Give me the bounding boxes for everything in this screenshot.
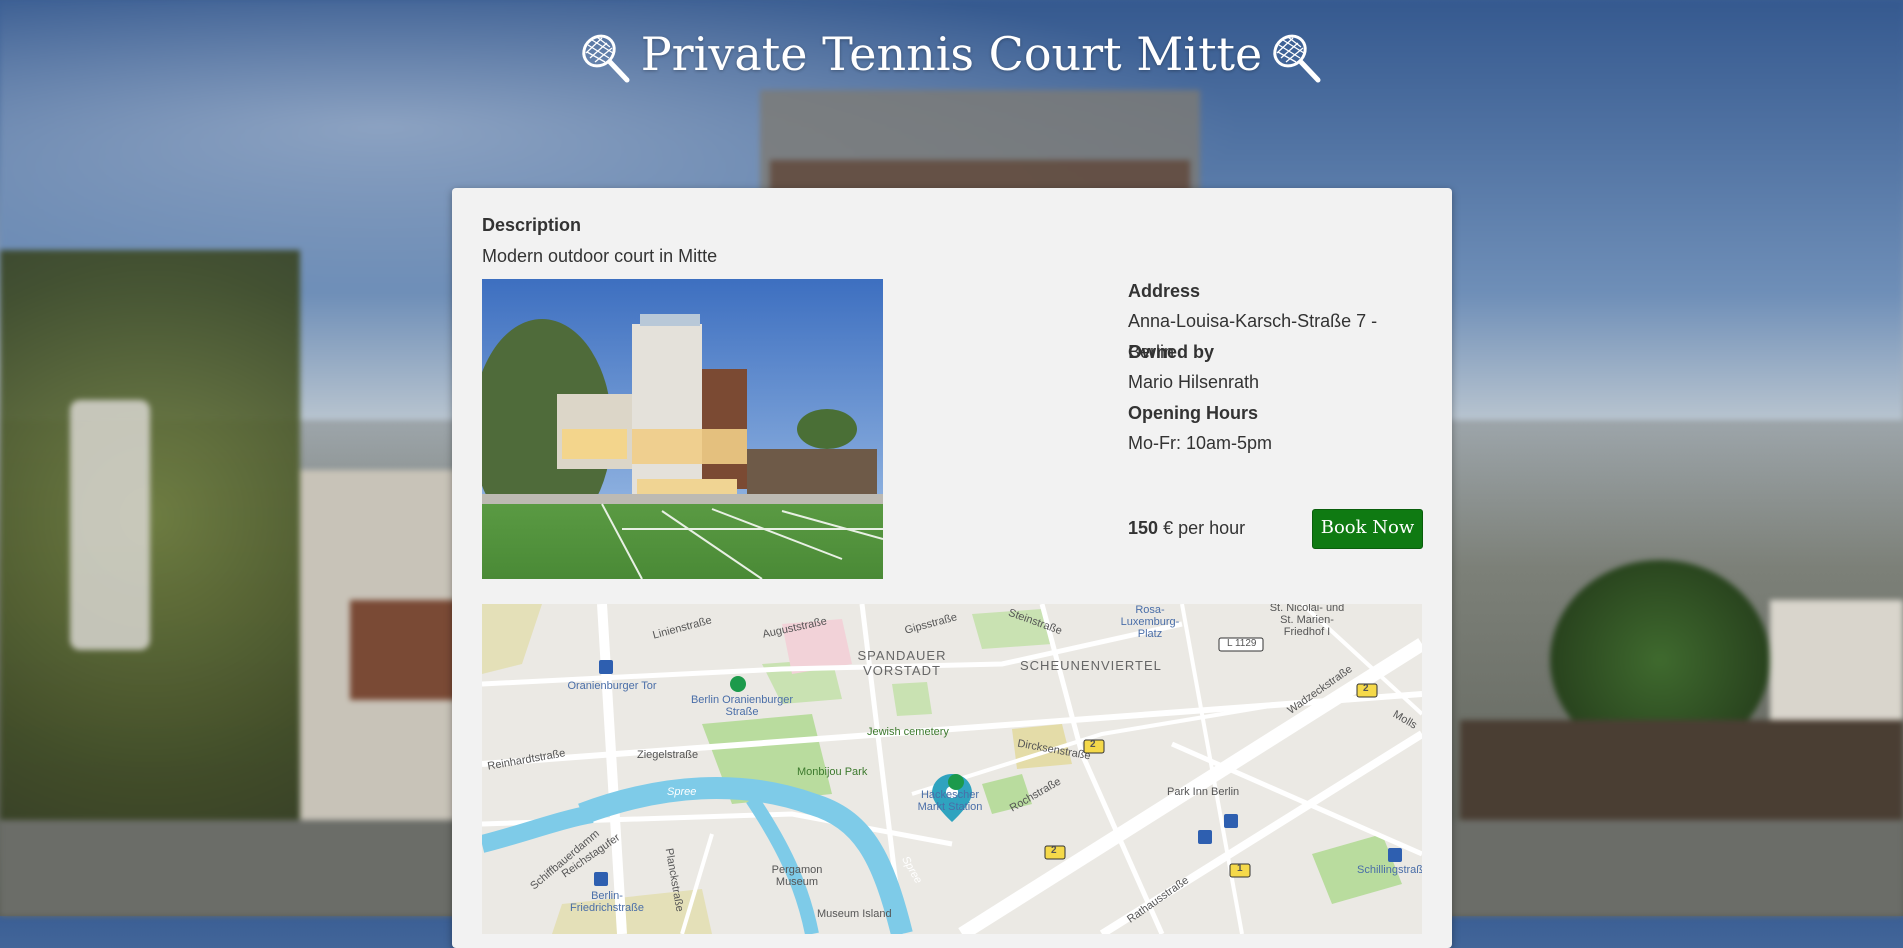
page-title-text: Private Tennis Court Mitte (640, 27, 1263, 81)
map-label: Berlin Oranienburger Straße (690, 694, 794, 718)
map-label: Ziegelstraße (637, 749, 699, 761)
map-road-number: 2 (1051, 845, 1057, 856)
tennis-racket-icon (1270, 31, 1324, 85)
map-label: Park Inn Berlin (1167, 786, 1240, 798)
opening-hours-value: Mo-Fr: 10am-5pm (1128, 433, 1273, 453)
map-road-number: 2 (1090, 739, 1096, 750)
price: 150 € per hour (1128, 515, 1245, 541)
court-details-card: Description Modern outdoor court in Mitt… (452, 188, 1452, 948)
owner-value: Mario Hilsenrath (1128, 372, 1260, 392)
owner-label: Owned by (1128, 342, 1215, 362)
description-text: Modern outdoor court in Mitte (482, 246, 718, 266)
map-label: Rosa-Luxemburg-Platz (1120, 604, 1180, 640)
map-label: Schillingstraße (1357, 864, 1422, 876)
map-label: Museum Island (817, 908, 892, 920)
map-road-number: 1 (1237, 863, 1243, 874)
map-label: Monbijou Park (797, 766, 868, 778)
map-district-label: SCHEUNENVIERTEL (1020, 658, 1162, 673)
address-label: Address (1128, 281, 1201, 301)
map-road-number: 2 (1363, 683, 1369, 694)
map-road-number: L 1129 (1227, 638, 1257, 649)
map-label: Jewish cemetery (867, 726, 949, 738)
map-label: Oranienburger Tor (567, 680, 657, 692)
page-title: Private Tennis Court Mitte (0, 22, 1903, 86)
price-amount: 150 (1128, 518, 1159, 538)
map-label: Pergamon Museum (771, 864, 823, 888)
map-label: Berlin-Friedrichstraße (570, 890, 644, 914)
tennis-racket-icon (579, 31, 633, 85)
map-label: Spree (667, 786, 697, 798)
court-info: Address Anna-Louisa-Karsch-Straße 7 - Be… (1128, 276, 1428, 459)
map-district-label: SPANDAUER VORSTADT (857, 648, 947, 678)
location-map[interactable]: Linienstraße Auguststraße Gipsstraße Ste… (482, 604, 1422, 934)
book-now-button[interactable]: Book Now (1312, 509, 1423, 549)
description-label: Description (482, 215, 582, 235)
price-suffix: € per hour (1163, 518, 1246, 538)
map-label: St. Nicolai- und St. Marien-Friedhof I (1269, 604, 1345, 638)
opening-hours-label: Opening Hours (1128, 403, 1258, 423)
map-label: Hackescher Markt Station (917, 789, 983, 813)
court-photo (482, 279, 883, 579)
address-value: Anna-Louisa-Karsch-Straße 7 - Berlin (1128, 311, 1378, 362)
